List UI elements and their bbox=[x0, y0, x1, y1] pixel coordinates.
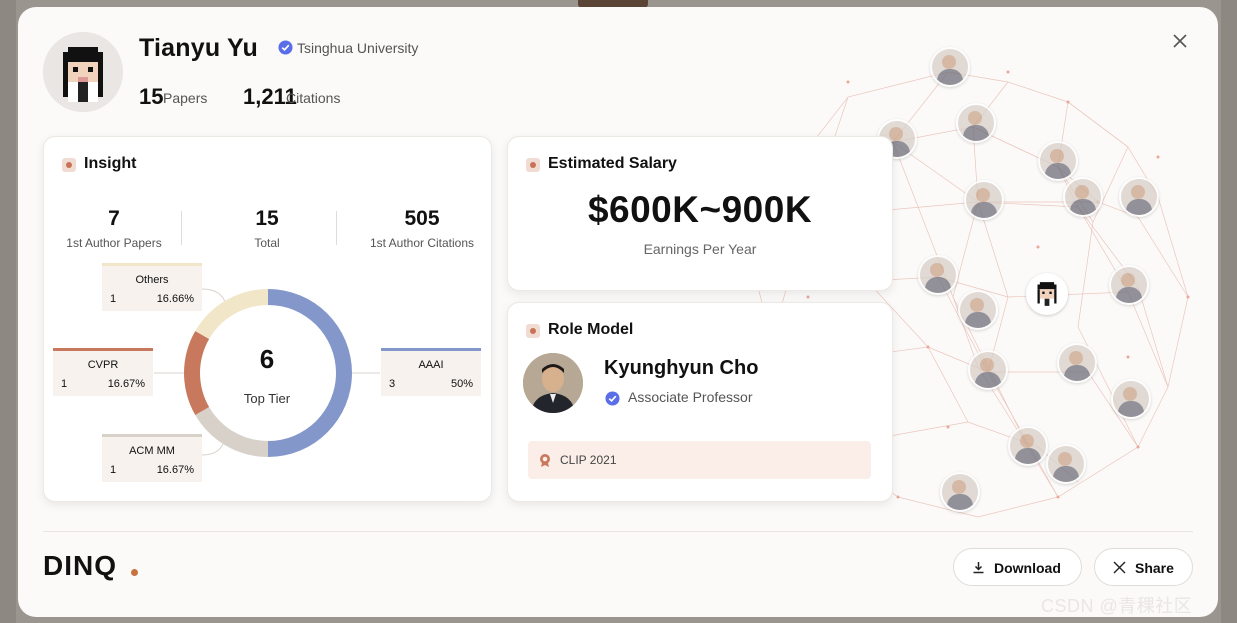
coauthor-avatar[interactable] bbox=[918, 255, 958, 295]
share-button[interactable]: Share bbox=[1094, 548, 1193, 586]
share-label: Share bbox=[1135, 560, 1174, 576]
role-model-portrait-icon bbox=[523, 353, 583, 413]
backdrop-left bbox=[0, 0, 16, 623]
donut-slice-cvpr bbox=[184, 330, 210, 415]
venue-count: 1 bbox=[110, 293, 117, 305]
venue-color-bar bbox=[102, 434, 202, 437]
coauthor-avatar[interactable] bbox=[968, 350, 1008, 390]
coauthor-avatar[interactable] bbox=[956, 103, 996, 143]
coauthor-avatar[interactable] bbox=[1038, 141, 1078, 181]
venue-count: 1 bbox=[110, 464, 117, 476]
coauthor-avatar[interactable] bbox=[1111, 379, 1151, 419]
venue-name: CVPR bbox=[87, 359, 119, 371]
coauthor-avatar[interactable] bbox=[1008, 426, 1048, 466]
salary-title: Estimated Salary bbox=[548, 155, 677, 172]
download-icon bbox=[973, 562, 984, 574]
coauthor-avatar[interactable] bbox=[964, 180, 1004, 220]
donut-slice-others bbox=[195, 289, 268, 339]
venue-color-bar bbox=[53, 348, 153, 351]
venue-percent: 16.67% bbox=[156, 464, 194, 476]
download-label: Download bbox=[994, 560, 1061, 576]
coauthor-avatar[interactable] bbox=[1046, 444, 1086, 484]
verified-badge-icon bbox=[278, 40, 293, 55]
profile-avatar bbox=[43, 32, 123, 112]
salary-range: $600K~900K bbox=[587, 189, 813, 230]
venue-count: 3 bbox=[389, 378, 396, 390]
pixel-avatar-icon bbox=[43, 32, 123, 112]
venue-name: ACM MM bbox=[129, 445, 175, 457]
role-model-icon bbox=[526, 324, 540, 338]
download-button[interactable]: Download bbox=[953, 548, 1082, 586]
close-button[interactable] bbox=[1168, 29, 1192, 53]
venue-name: Others bbox=[135, 274, 169, 286]
venue-count: 1 bbox=[61, 378, 68, 390]
donut-slice-acm-mm bbox=[195, 406, 268, 457]
footer-divider bbox=[43, 531, 1193, 532]
coauthor-avatar[interactable] bbox=[1063, 177, 1103, 217]
achievement-label: CLIP 2021 bbox=[560, 453, 617, 467]
top-tier-count: 6 bbox=[259, 344, 275, 374]
venue-percent: 16.66% bbox=[156, 293, 194, 305]
top-tier-label: Top Tier bbox=[243, 391, 291, 406]
pixel-avatar-icon bbox=[1037, 282, 1057, 306]
venue-percent: 16.67% bbox=[107, 378, 145, 390]
verified-badge-icon bbox=[605, 391, 620, 406]
coauthor-avatar[interactable] bbox=[958, 290, 998, 330]
salary-subtitle: Earnings Per Year bbox=[643, 241, 757, 257]
logo-dot bbox=[131, 569, 138, 576]
venue-tag-others: Others 1 16.66% bbox=[102, 263, 202, 311]
venue-percent: 50% bbox=[450, 378, 473, 390]
role-model-name: Kyunghyun Cho bbox=[604, 357, 759, 379]
coauthor-avatar[interactable] bbox=[1057, 343, 1097, 383]
role-model-achievement: CLIP 2021 bbox=[528, 441, 871, 479]
salary-icon bbox=[526, 158, 540, 172]
role-model-card: Role Model Kyunghyun Cho Associate Profe… bbox=[507, 302, 893, 502]
backdrop-right bbox=[1221, 0, 1237, 623]
insight-card: Insight 7 1st Author Papers 15 Total 505… bbox=[43, 136, 492, 502]
profile-card-modal: Tianyu Yu Tsinghua University 15 Papers … bbox=[18, 7, 1218, 617]
venue-color-bar bbox=[102, 263, 202, 266]
coauthor-avatar[interactable] bbox=[930, 47, 970, 87]
coauthor-avatar[interactable] bbox=[1119, 177, 1159, 217]
venue-tag-cvpr: CVPR 1 16.67% bbox=[53, 348, 153, 396]
venue-name: AAAI bbox=[418, 359, 444, 371]
profile-name: Tianyu Yu bbox=[139, 34, 258, 62]
venue-color-bar bbox=[381, 348, 481, 351]
profile-affiliation: Tsinghua University bbox=[297, 40, 419, 56]
citations-label: Citations bbox=[286, 90, 341, 106]
role-model-title: Role Model bbox=[548, 321, 634, 338]
connector-acmmm bbox=[201, 440, 225, 456]
award-icon bbox=[540, 454, 550, 467]
papers-label: Papers bbox=[163, 90, 208, 106]
self-avatar-node[interactable] bbox=[1026, 273, 1068, 315]
watermark-text: CSDN @青稞社区 bbox=[1041, 596, 1193, 616]
coauthor-avatar[interactable] bbox=[1109, 265, 1149, 305]
venue-tag-aaai: AAAI 3 50% bbox=[381, 348, 481, 396]
role-model-position: Associate Professor bbox=[628, 389, 753, 405]
salary-card: Estimated Salary $600K~900K Earnings Per… bbox=[507, 136, 893, 291]
venue-tag-acm-mm: ACM MM 1 16.67% bbox=[102, 434, 202, 482]
x-logo-icon bbox=[1113, 561, 1126, 574]
dinq-logo: DINQ bbox=[43, 550, 117, 581]
role-model-photo bbox=[523, 353, 583, 413]
coauthor-avatar[interactable] bbox=[940, 472, 980, 512]
close-icon bbox=[1173, 34, 1187, 48]
papers-count: 15 bbox=[139, 84, 164, 109]
